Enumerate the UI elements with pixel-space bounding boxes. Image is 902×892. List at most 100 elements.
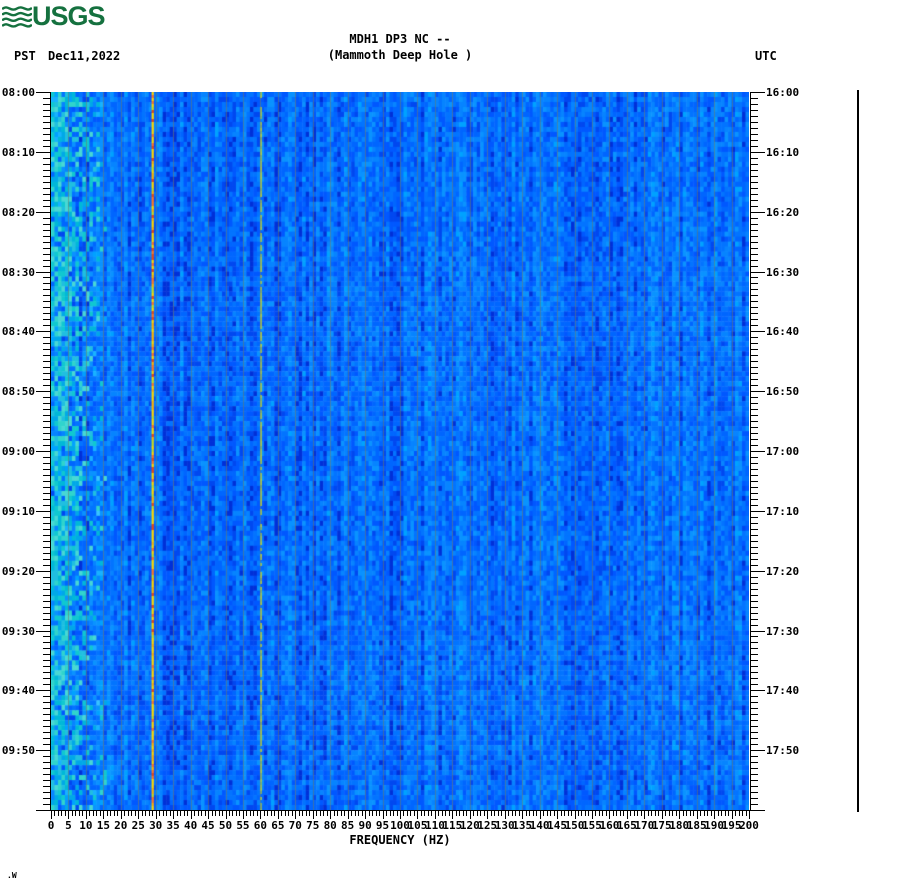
x-axis-tick: [665, 811, 666, 816]
y-axis-label-left: 09:20: [1, 564, 35, 578]
y-axis-tick-right: [751, 242, 758, 243]
y-axis-label-left: 09:50: [1, 744, 35, 758]
y-axis-tick-left: [43, 505, 50, 506]
y-axis-tick-left: [43, 379, 50, 380]
x-axis-tick: [644, 811, 645, 819]
x-axis-tick: [107, 811, 108, 816]
x-axis-tick: [585, 811, 586, 816]
y-axis-tick-right: [751, 260, 758, 261]
y-axis-tick-left: [43, 128, 50, 129]
x-axis-title: FREQUENCY (HZ): [349, 833, 451, 847]
x-axis-tick: [397, 811, 398, 816]
x-axis-tick: [75, 811, 76, 816]
y-axis-tick-right: [751, 583, 758, 584]
y-axis-label-left: 08:20: [1, 205, 35, 219]
x-axis-tick: [480, 811, 481, 816]
y-axis-tick-left: [36, 92, 50, 93]
y-axis-tick-right: [751, 607, 758, 608]
x-axis-tick: [128, 811, 129, 816]
x-axis-tick: [648, 811, 649, 816]
y-axis-tick-left: [43, 188, 50, 189]
y-axis-tick-right: [751, 176, 758, 177]
y-axis-tick-left: [43, 116, 50, 117]
y-axis-tick-right: [751, 158, 758, 159]
y-axis-tick-left: [43, 397, 50, 398]
x-axis-tick: [376, 811, 377, 816]
x-axis-tick: [609, 811, 610, 819]
x-axis-tick: [526, 811, 527, 816]
y-axis-label-right: 16:30: [766, 265, 800, 279]
y-axis-tick-right: [751, 319, 758, 320]
x-axis-tick: [491, 811, 492, 816]
y-axis-tick-right: [751, 134, 758, 135]
x-axis-tick: [735, 811, 736, 816]
y-axis-tick-right: [751, 152, 765, 153]
y-axis-tick-left: [43, 469, 50, 470]
y-axis-tick-right: [751, 547, 758, 548]
y-axis-label-right: 17:00: [766, 445, 800, 458]
x-axis-tick: [65, 811, 66, 816]
x-axis-tick: [554, 811, 555, 816]
y-axis-tick-left: [43, 463, 50, 464]
y-axis-tick-right: [751, 266, 758, 267]
x-axis-tick: [201, 811, 202, 816]
x-axis-tick: [613, 811, 614, 816]
x-axis-tick: [72, 811, 73, 816]
y-axis-tick-left: [43, 433, 50, 434]
y-axis-tick-right: [751, 762, 758, 763]
y-axis-tick-left: [43, 619, 50, 620]
y-axis-tick-right: [751, 463, 758, 464]
x-axis-tick: [529, 811, 530, 816]
y-axis-tick-right: [751, 750, 765, 751]
y-axis-tick-right: [751, 367, 758, 368]
y-axis-tick-left: [43, 254, 50, 255]
y-axis-tick-left: [43, 206, 50, 207]
y-axis-tick-left: [43, 98, 50, 99]
x-axis-tick: [550, 811, 551, 816]
x-axis-tick: [96, 811, 97, 816]
y-axis-tick-right: [751, 307, 758, 308]
y-axis-tick-right: [751, 272, 765, 273]
x-axis-tick: [163, 811, 164, 816]
y-axis-tick-left: [43, 702, 50, 703]
x-axis-tick: [386, 811, 387, 816]
x-axis-tick: [274, 811, 275, 816]
y-axis-tick-right: [751, 619, 758, 620]
x-axis-tick: [337, 811, 338, 816]
x-axis-tick: [79, 811, 80, 816]
x-axis-tick: [651, 811, 652, 816]
usgs-spectrogram-page: USGS PST Dec11,2022 MDH1 DP3 NC -- (Mamm…: [0, 0, 902, 892]
y-axis-tick-left: [43, 373, 50, 374]
y-axis-tick-left: [43, 158, 50, 159]
y-axis-tick-left: [43, 553, 50, 554]
x-axis-tick: [473, 811, 474, 816]
x-axis-tick: [714, 811, 715, 819]
x-axis-tick: [438, 811, 439, 816]
y-axis-tick-right: [751, 283, 758, 284]
x-axis-tick: [278, 811, 279, 819]
x-axis-tick: [501, 811, 502, 816]
y-axis-tick-left: [43, 475, 50, 476]
y-axis-tick-left: [43, 403, 50, 404]
x-axis-tick: [445, 811, 446, 816]
x-axis-tick: [215, 811, 216, 816]
x-axis-tick: [672, 811, 673, 816]
y-axis-label-left: 08:10: [1, 145, 35, 159]
x-axis-tick: [592, 811, 593, 819]
x-axis-tick: [571, 811, 572, 816]
y-axis-tick-left: [43, 547, 50, 548]
y-axis-tick-right: [751, 337, 758, 338]
x-axis-tick: [365, 811, 366, 819]
x-axis-tick: [260, 811, 261, 819]
x-axis-tick: [250, 811, 251, 816]
x-axis-tick: [330, 811, 331, 819]
y-axis-label-right: 17:10: [766, 504, 800, 518]
y-axis-tick-left: [43, 559, 50, 560]
x-axis-tick: [58, 811, 59, 816]
y-axis-label-left: 09:30: [1, 624, 35, 638]
y-axis-tick-left: [36, 631, 50, 632]
x-axis-tick: [131, 811, 132, 816]
x-axis-tick: [742, 811, 743, 816]
x-axis-tick: [641, 811, 642, 816]
y-axis-tick-right: [751, 457, 758, 458]
